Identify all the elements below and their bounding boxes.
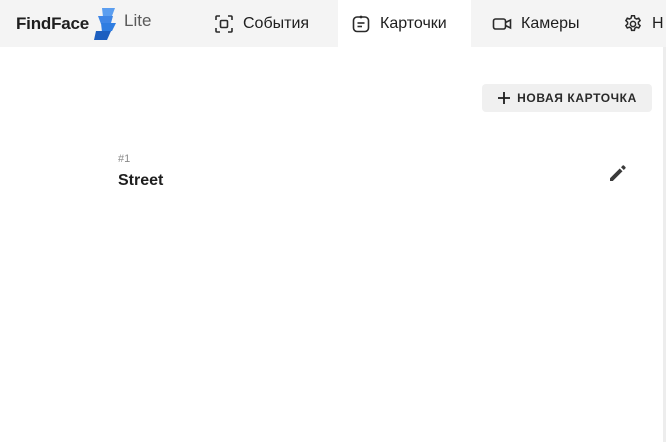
pencil-icon bbox=[610, 165, 626, 181]
events-scan-icon bbox=[215, 14, 233, 33]
tab-settings-label: Н bbox=[652, 14, 664, 32]
gear-icon bbox=[624, 14, 642, 31]
logo-brand-text: FindFace bbox=[16, 13, 90, 33]
top-navigation-bar: FindFace Lite События Карточки Камеры Н bbox=[0, 0, 666, 47]
logo-edition-text: Lite bbox=[124, 10, 152, 30]
findface-logo-icon bbox=[94, 7, 117, 40]
app-logo[interactable]: FindFace Lite bbox=[16, 0, 151, 47]
card-list-item[interactable]: #1 Street bbox=[118, 150, 638, 194]
tab-cameras[interactable]: Камеры bbox=[492, 0, 580, 47]
cards-icon bbox=[352, 15, 370, 32]
new-card-button[interactable]: НОВАЯ КАРТОЧКА bbox=[482, 84, 652, 112]
tab-cards[interactable]: Карточки bbox=[338, 0, 471, 47]
tab-events[interactable]: События bbox=[214, 0, 309, 47]
plus-icon bbox=[498, 92, 511, 104]
card-name[interactable]: Street bbox=[118, 172, 163, 190]
edit-card-button[interactable] bbox=[607, 162, 629, 184]
card-id: #1 bbox=[118, 153, 131, 165]
tab-cameras-label: Камеры bbox=[521, 14, 580, 32]
tab-cards-label: Карточки bbox=[380, 14, 447, 32]
tab-events-label: События bbox=[243, 14, 310, 32]
new-card-button-label: НОВАЯ КАРТОЧКА bbox=[517, 91, 637, 105]
camera-icon bbox=[492, 17, 512, 30]
tab-settings[interactable]: Н bbox=[623, 0, 664, 47]
